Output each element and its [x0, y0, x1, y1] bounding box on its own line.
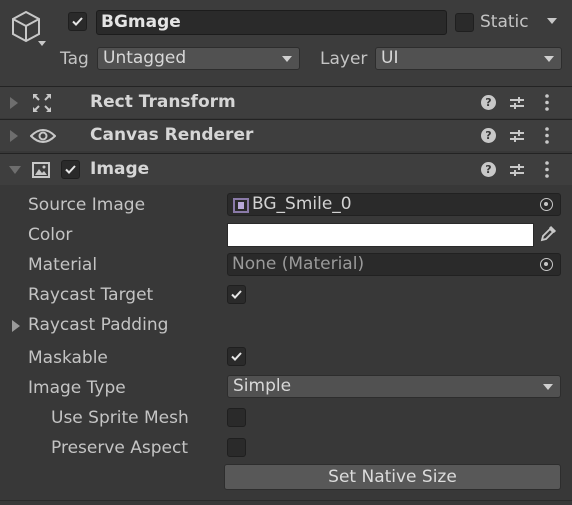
image-type-label: Image Type — [28, 378, 126, 398]
icon-dropdown-arrow-icon[interactable] — [38, 41, 46, 46]
image-type-dropdown[interactable]: Simple — [227, 375, 561, 398]
material-label: Material — [28, 255, 98, 275]
static-checkbox[interactable] — [455, 13, 474, 32]
image-enabled-checkbox[interactable] — [61, 160, 80, 179]
sprite-icon — [233, 198, 249, 215]
inspector-bottom-divider — [0, 500, 572, 501]
static-label: Static — [480, 12, 529, 32]
maskable-label: Maskable — [28, 348, 108, 368]
material-field[interactable]: None (Material) — [227, 253, 561, 276]
component-header-canvas-renderer[interactable]: Canvas Renderer ? — [0, 119, 572, 151]
raycast-padding-foldout-icon[interactable] — [12, 320, 20, 332]
eye-icon — [29, 127, 57, 150]
layer-label: Layer — [320, 49, 368, 69]
object-picker-icon[interactable] — [540, 258, 553, 271]
raycast-target-checkbox[interactable] — [227, 285, 246, 304]
eyedropper-icon[interactable] — [539, 225, 557, 248]
component-title: Image — [90, 159, 150, 179]
foldout-arrow-icon[interactable] — [9, 166, 21, 174]
maskable-checkbox[interactable] — [227, 347, 246, 366]
object-picker-icon[interactable] — [540, 198, 553, 211]
help-icon[interactable]: ? — [481, 95, 496, 110]
foldout-arrow-icon[interactable] — [10, 130, 18, 142]
material-value: None (Material) — [232, 254, 365, 274]
help-icon[interactable]: ? — [481, 162, 496, 177]
use-sprite-mesh-checkbox[interactable] — [227, 408, 246, 427]
set-native-size-button[interactable]: Set Native Size — [224, 464, 561, 490]
layer-dropdown[interactable]: UI — [375, 47, 562, 70]
presets-icon[interactable] — [509, 95, 525, 116]
chevron-down-icon — [282, 56, 292, 62]
object-name-field[interactable]: BGmage — [96, 10, 447, 35]
source-image-field[interactable]: BG_Smile_0 — [227, 193, 561, 216]
static-dropdown-arrow-icon[interactable] — [547, 18, 557, 24]
more-options-icon[interactable] — [545, 127, 549, 149]
rect-transform-icon — [32, 93, 52, 118]
more-options-icon[interactable] — [545, 94, 549, 116]
use-sprite-mesh-label: Use Sprite Mesh — [51, 408, 189, 428]
color-swatch[interactable] — [227, 223, 534, 247]
raycast-target-label: Raycast Target — [28, 285, 154, 305]
gameobject-header: BGmage Static Tag Untagged Layer UI — [0, 0, 572, 86]
preserve-aspect-checkbox[interactable] — [227, 438, 246, 457]
chevron-down-icon — [543, 384, 553, 390]
chevron-down-icon — [544, 56, 554, 62]
tag-value: Untagged — [103, 48, 187, 68]
more-options-icon[interactable] — [545, 161, 549, 183]
foldout-arrow-icon[interactable] — [10, 97, 18, 109]
layer-value: UI — [381, 48, 399, 68]
color-label: Color — [28, 225, 73, 245]
raycast-padding-label[interactable]: Raycast Padding — [28, 315, 168, 335]
image-type-value: Simple — [233, 376, 292, 396]
presets-icon[interactable] — [509, 162, 525, 183]
component-header-rect-transform[interactable]: Rect Transform ? — [0, 86, 572, 118]
active-checkbox[interactable] — [68, 12, 87, 31]
presets-icon[interactable] — [509, 128, 525, 149]
help-icon[interactable]: ? — [481, 128, 496, 143]
image-icon — [31, 160, 51, 185]
tag-label: Tag — [60, 49, 89, 69]
tag-dropdown[interactable]: Untagged — [97, 47, 300, 70]
component-title: Rect Transform — [90, 92, 236, 112]
component-header-image[interactable]: Image ? — [0, 153, 572, 185]
preserve-aspect-label: Preserve Aspect — [51, 438, 189, 458]
component-title: Canvas Renderer — [90, 125, 254, 145]
source-image-value: BG_Smile_0 — [252, 194, 352, 214]
source-image-label: Source Image — [28, 195, 146, 215]
